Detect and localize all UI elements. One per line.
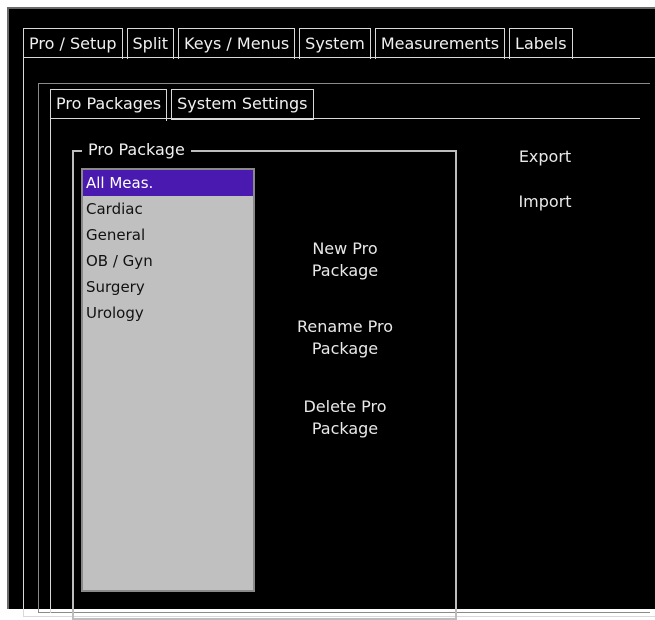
tab-system[interactable]: System xyxy=(299,28,371,59)
new-button-line2: Package xyxy=(311,261,379,280)
tab-labels[interactable]: Labels xyxy=(509,28,573,59)
tab-system-settings[interactable]: System Settings xyxy=(171,89,314,120)
new-button-line1: New Pro xyxy=(312,239,378,258)
list-item[interactable]: General xyxy=(83,222,253,248)
delete-button-line1: Delete Pro xyxy=(303,397,387,416)
pro-package-list[interactable]: All Meas. Cardiac General OB / Gyn Surge… xyxy=(81,168,255,592)
list-item[interactable]: Surgery xyxy=(83,274,253,300)
delete-button-line2: Package xyxy=(311,419,379,438)
sub-tab-bar: Pro Packages System Settings xyxy=(50,89,318,121)
tab-keys-menus[interactable]: Keys / Menus xyxy=(178,28,296,59)
group-label: Pro Package xyxy=(82,140,191,160)
new-pro-package-button[interactable]: New Pro Package xyxy=(270,238,420,282)
list-item[interactable]: Urology xyxy=(83,300,253,326)
tab-split[interactable]: Split xyxy=(126,28,174,59)
list-item[interactable]: All Meas. xyxy=(83,170,253,196)
list-item[interactable]: Cardiac xyxy=(83,196,253,222)
rename-button-line2: Package xyxy=(311,339,379,358)
list-item[interactable]: OB / Gyn xyxy=(83,248,253,274)
tab-pro-setup[interactable]: Pro / Setup xyxy=(23,28,123,59)
rename-pro-package-button[interactable]: Rename Pro Package xyxy=(265,316,425,360)
export-button[interactable]: Export xyxy=(500,146,590,168)
tab-measurements[interactable]: Measurements xyxy=(374,28,506,59)
import-button[interactable]: Import xyxy=(500,191,590,213)
rename-button-line1: Rename Pro xyxy=(296,317,394,336)
delete-pro-package-button[interactable]: Delete Pro Package xyxy=(268,396,422,440)
tab-pro-packages[interactable]: Pro Packages xyxy=(50,89,168,121)
top-tab-bar: Pro / Setup Split Keys / Menus System Me… xyxy=(23,28,577,59)
